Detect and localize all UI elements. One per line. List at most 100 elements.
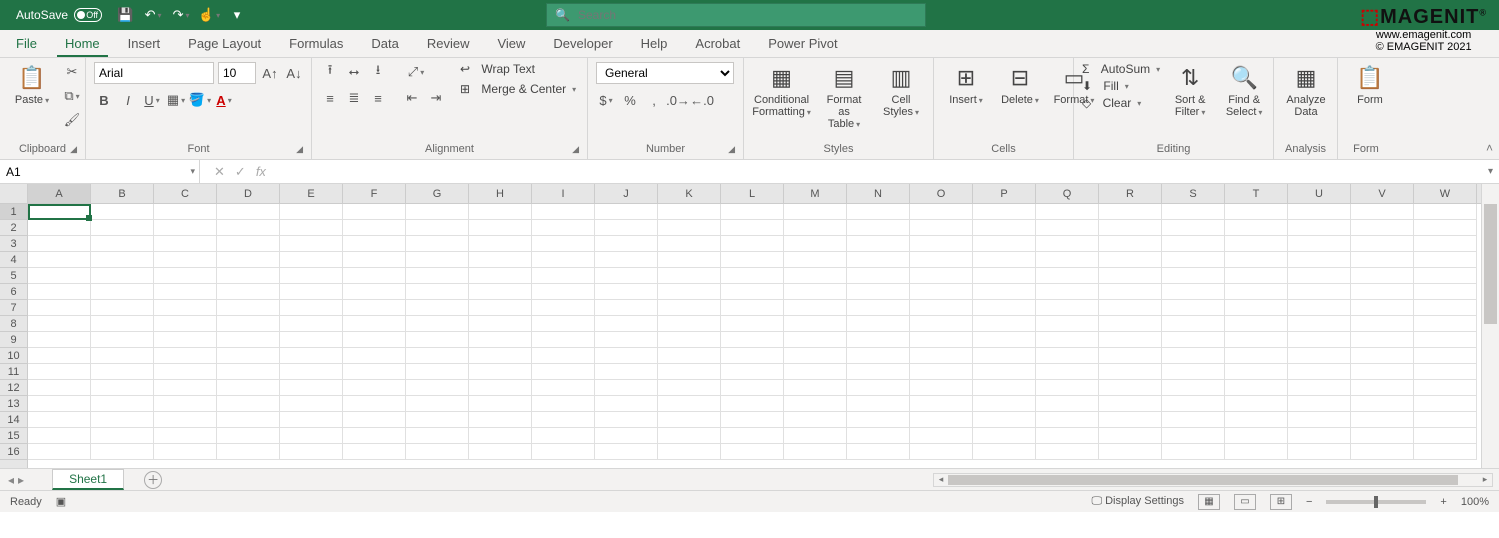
cell[interactable] bbox=[154, 396, 217, 412]
cell[interactable] bbox=[973, 364, 1036, 380]
cell[interactable] bbox=[406, 204, 469, 220]
tab-help[interactable]: Help bbox=[633, 32, 676, 57]
merge-center-button[interactable]: ⊞ Merge & Center bbox=[460, 82, 576, 96]
cell[interactable] bbox=[532, 220, 595, 236]
qat-customize-icon[interactable]: ▾ bbox=[228, 6, 246, 24]
cell[interactable] bbox=[910, 412, 973, 428]
cell[interactable] bbox=[910, 300, 973, 316]
cell[interactable] bbox=[973, 220, 1036, 236]
cell[interactable] bbox=[973, 204, 1036, 220]
cell[interactable] bbox=[532, 428, 595, 444]
tab-view[interactable]: View bbox=[489, 32, 533, 57]
cell[interactable] bbox=[1162, 412, 1225, 428]
column-header[interactable]: R bbox=[1099, 184, 1162, 203]
cell[interactable] bbox=[721, 396, 784, 412]
form-button[interactable]: 📋Form bbox=[1346, 62, 1394, 108]
cell[interactable] bbox=[469, 380, 532, 396]
decrease-indent-icon[interactable]: ⇤ bbox=[402, 88, 422, 108]
cell[interactable] bbox=[280, 428, 343, 444]
cell[interactable] bbox=[1225, 412, 1288, 428]
row-header[interactable]: 13 bbox=[0, 396, 27, 412]
cell[interactable] bbox=[217, 284, 280, 300]
cell[interactable] bbox=[658, 300, 721, 316]
cell[interactable] bbox=[1414, 300, 1477, 316]
cell[interactable] bbox=[784, 252, 847, 268]
cell[interactable] bbox=[217, 236, 280, 252]
cell[interactable] bbox=[595, 220, 658, 236]
italic-button[interactable]: I bbox=[118, 90, 138, 110]
cell[interactable] bbox=[406, 412, 469, 428]
zoom-slider[interactable] bbox=[1326, 500, 1426, 504]
font-name-combo[interactable] bbox=[94, 62, 214, 84]
cell[interactable] bbox=[658, 396, 721, 412]
cell[interactable] bbox=[406, 220, 469, 236]
cell[interactable] bbox=[469, 300, 532, 316]
cell[interactable] bbox=[28, 364, 91, 380]
cell[interactable] bbox=[469, 316, 532, 332]
cell[interactable] bbox=[721, 444, 784, 460]
font-color-button[interactable]: A bbox=[214, 90, 234, 110]
undo-icon[interactable]: ↶ bbox=[144, 6, 162, 24]
search-box[interactable]: 🔍 bbox=[546, 3, 926, 27]
cell[interactable] bbox=[406, 236, 469, 252]
analyze-data-button[interactable]: ▦Analyze Data bbox=[1282, 62, 1330, 120]
fill-button[interactable]: ⬇ Fill bbox=[1082, 79, 1160, 93]
cell[interactable] bbox=[1225, 396, 1288, 412]
conditional-formatting-button[interactable]: ▦Conditional Formatting bbox=[752, 62, 811, 120]
cell[interactable] bbox=[469, 252, 532, 268]
cell[interactable] bbox=[784, 444, 847, 460]
cell[interactable] bbox=[154, 412, 217, 428]
zoom-slider-thumb[interactable] bbox=[1374, 496, 1378, 508]
row-header[interactable]: 16 bbox=[0, 444, 27, 460]
cell[interactable] bbox=[784, 300, 847, 316]
column-header[interactable]: A bbox=[28, 184, 91, 203]
cell[interactable] bbox=[1225, 236, 1288, 252]
cell[interactable] bbox=[1414, 412, 1477, 428]
cell[interactable] bbox=[1225, 444, 1288, 460]
cell[interactable] bbox=[1414, 396, 1477, 412]
cell[interactable] bbox=[28, 444, 91, 460]
tab-home[interactable]: Home bbox=[57, 32, 108, 57]
cell[interactable] bbox=[1162, 396, 1225, 412]
cell[interactable] bbox=[658, 412, 721, 428]
cell[interactable] bbox=[847, 348, 910, 364]
cell[interactable] bbox=[847, 268, 910, 284]
cell[interactable] bbox=[280, 396, 343, 412]
cell[interactable] bbox=[217, 268, 280, 284]
cell[interactable] bbox=[910, 316, 973, 332]
cell[interactable] bbox=[91, 316, 154, 332]
cell[interactable] bbox=[1162, 220, 1225, 236]
cell[interactable] bbox=[469, 204, 532, 220]
display-settings-button[interactable]: 🖵 Display Settings bbox=[1091, 495, 1184, 508]
cell[interactable] bbox=[406, 300, 469, 316]
cell[interactable] bbox=[910, 284, 973, 300]
cell[interactable] bbox=[1351, 348, 1414, 364]
column-header[interactable]: J bbox=[595, 184, 658, 203]
cell[interactable] bbox=[1351, 268, 1414, 284]
cell[interactable] bbox=[91, 380, 154, 396]
column-header[interactable]: V bbox=[1351, 184, 1414, 203]
cell[interactable] bbox=[1288, 428, 1351, 444]
scrollbar-thumb[interactable] bbox=[1484, 204, 1497, 324]
cell[interactable] bbox=[973, 380, 1036, 396]
cell[interactable] bbox=[154, 220, 217, 236]
cell[interactable] bbox=[973, 284, 1036, 300]
cell[interactable] bbox=[91, 348, 154, 364]
cell[interactable] bbox=[1162, 252, 1225, 268]
cell[interactable] bbox=[973, 444, 1036, 460]
cell[interactable] bbox=[595, 380, 658, 396]
cell[interactable] bbox=[532, 444, 595, 460]
cell[interactable] bbox=[658, 252, 721, 268]
cell[interactable] bbox=[658, 364, 721, 380]
cell[interactable] bbox=[154, 364, 217, 380]
cell[interactable] bbox=[217, 428, 280, 444]
cell[interactable] bbox=[595, 236, 658, 252]
cell[interactable] bbox=[973, 428, 1036, 444]
cell[interactable] bbox=[406, 316, 469, 332]
cell[interactable] bbox=[217, 220, 280, 236]
cell[interactable] bbox=[1414, 236, 1477, 252]
cell[interactable] bbox=[721, 364, 784, 380]
row-header[interactable]: 11 bbox=[0, 364, 27, 380]
cell[interactable] bbox=[217, 316, 280, 332]
cell[interactable] bbox=[1288, 444, 1351, 460]
